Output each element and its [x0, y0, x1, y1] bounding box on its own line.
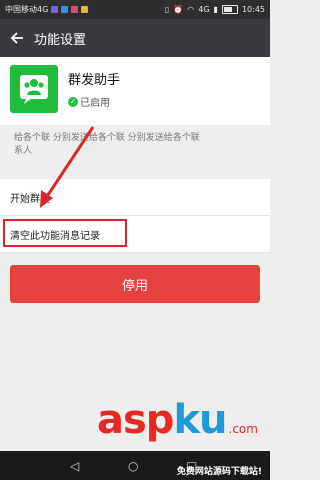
arrow-left-icon: [10, 32, 23, 44]
enabled-status: ✓ 已启用: [68, 94, 110, 109]
title-bar: 功能设置: [0, 19, 270, 57]
watermark-brand-a: asp: [97, 397, 174, 443]
check-circle-icon: ✓: [68, 96, 78, 107]
back-button[interactable]: [0, 19, 34, 57]
group-users-icon: [10, 65, 58, 113]
description-line: 系人: [14, 146, 33, 156]
status-bar: 中国移动4G ▯ ⏰ ◠ 4G ▮ 10:45: [0, 0, 270, 19]
notification-app-icon: [61, 6, 69, 13]
battery-icon: [221, 5, 238, 14]
disable-button[interactable]: 停用: [10, 265, 260, 303]
status-bar-right: ▯ ⏰ ◠ 4G ▮ 10:45: [165, 5, 265, 14]
group-users-glyph: [20, 75, 48, 104]
start-broadcast-item[interactable]: 开始群发: [0, 179, 270, 216]
network-type-label: 4G: [198, 5, 210, 14]
clock: 10:45: [241, 5, 265, 14]
wifi-icon: ◠: [187, 5, 195, 14]
vibrate-icon: ▯: [164, 5, 170, 14]
app-info-card: 群发助手 ✓ 已启用: [0, 57, 270, 125]
notification-app-icon: [51, 6, 59, 13]
watermark-logo: aspku .com: [97, 400, 258, 440]
app-name: 群发助手: [68, 73, 121, 88]
watermark-suffix: .com: [228, 422, 258, 436]
highlight-box: [3, 219, 127, 247]
description-line: 给各个联 分别发送给各个联 分别发送给各个联: [14, 133, 200, 143]
notification-app-icon: [81, 6, 89, 13]
signal-icon: ▮: [213, 5, 218, 14]
carrier-label: 中国移动4G: [5, 5, 49, 14]
page-title: 功能设置: [34, 32, 87, 48]
watermark-tagline: 免费网站源码下载站!: [176, 467, 262, 477]
watermark-brand-b: ku: [173, 397, 227, 443]
status-label: 已启用: [80, 98, 110, 109]
notification-app-icon: [71, 6, 79, 13]
nav-back-icon[interactable]: ◁: [70, 459, 79, 473]
feature-description: 给各个联 分别发送给各个联 分别发送给各个联 系人: [0, 125, 270, 167]
nav-home-icon[interactable]: ○: [128, 459, 138, 473]
status-bar-left: 中国移动4G: [5, 4, 89, 15]
alarm-icon: ⏰: [173, 5, 184, 14]
